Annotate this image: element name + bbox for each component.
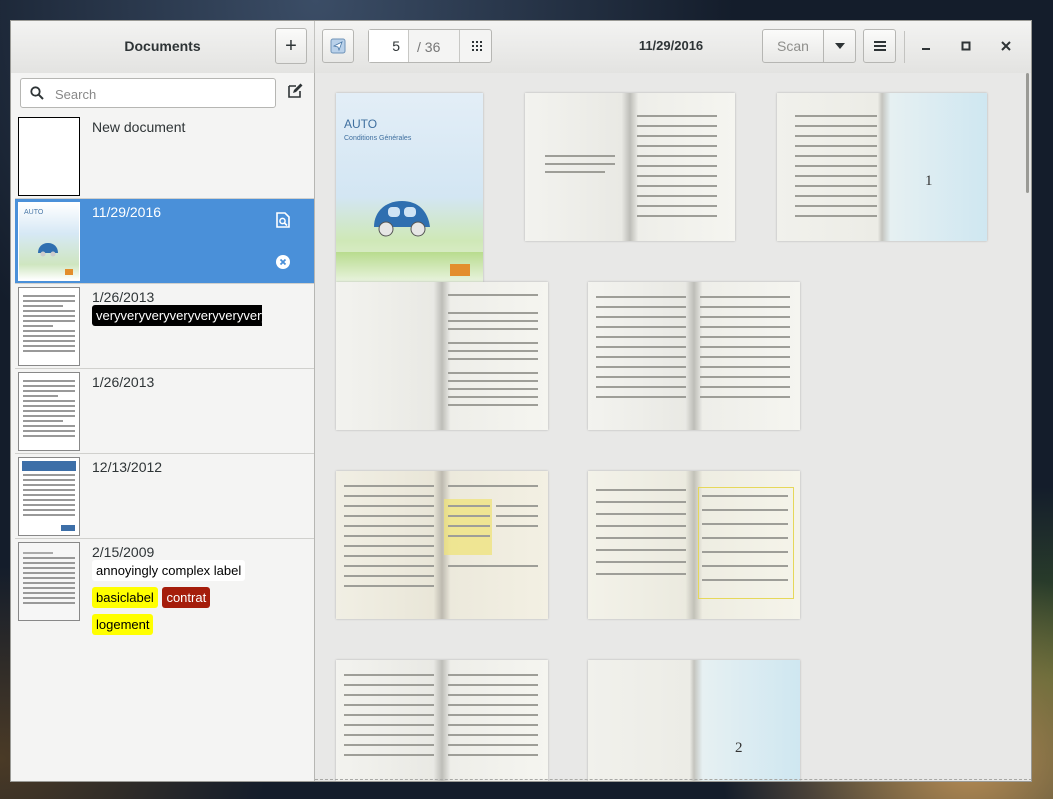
chevron-down-icon: [834, 43, 845, 49]
document-thumbnail: [18, 457, 80, 536]
page-thumbnail[interactable]: 2: [588, 660, 800, 781]
maximize-icon: [961, 41, 971, 51]
document-date: 1/26/2013: [92, 289, 155, 305]
scan-options-button[interactable]: [823, 29, 856, 63]
document-thumbnail: [18, 287, 80, 366]
document-date: 11/29/2016: [92, 204, 162, 220]
document-date: 12/13/2012: [92, 459, 163, 475]
page-thumbnail[interactable]: [336, 471, 548, 619]
document-properties-icon[interactable]: [276, 212, 290, 228]
page-thumbnail[interactable]: [525, 93, 735, 241]
car-illustration-icon: [374, 201, 430, 237]
highlight-box: [444, 499, 492, 555]
grid-icon: [471, 41, 482, 51]
page-grid: AUTO Conditions Générales 1 2: [315, 73, 1031, 781]
document-date-title[interactable]: 11/29/2016: [621, 38, 721, 53]
page-count: / 36: [417, 39, 441, 55]
page-thumbnail[interactable]: [336, 660, 548, 781]
document-row[interactable]: 2/15/2009 annoyingly complex label basic…: [15, 539, 314, 635]
main-menu-button[interactable]: [863, 29, 896, 63]
page-thumbnail[interactable]: 1: [777, 93, 987, 241]
cover-logo: [450, 264, 470, 276]
export-button[interactable]: [322, 29, 354, 63]
car-thumbnail-icon: [38, 243, 58, 257]
document-row[interactable]: New document: [15, 114, 314, 199]
document-row-selected[interactable]: AUTO 11/29/2016: [15, 199, 314, 284]
chapter-number: 1: [925, 173, 933, 189]
close-button[interactable]: [994, 34, 1018, 58]
document-date: New document: [92, 119, 186, 135]
document-label: annoyingly complex label: [92, 560, 246, 581]
document-row[interactable]: 1/26/2013 veryveryveryveryveryveryveryve…: [15, 284, 314, 369]
hamburger-icon: [873, 41, 886, 51]
logo-mark: [65, 269, 73, 275]
document-label: veryveryveryveryveryveryveryveryveryvery: [92, 305, 262, 326]
document-labels: veryveryveryveryveryveryveryveryveryvery: [92, 305, 262, 332]
page-thumbnail[interactable]: AUTO Conditions Générales: [336, 93, 483, 282]
page-thumbnail[interactable]: [336, 282, 548, 430]
document-date: 1/26/2013: [92, 374, 155, 390]
header-bar: Documents + 5 / 36 11/29/2016 Scan: [11, 21, 1031, 74]
page-number-input[interactable]: 5: [369, 30, 409, 62]
document-thumbnail: [18, 372, 80, 451]
close-icon: [1001, 41, 1011, 51]
cover-subtitle: Conditions Générales: [344, 135, 412, 142]
scan-button[interactable]: Scan: [762, 29, 824, 63]
document-thumbnail: AUTO: [18, 202, 80, 281]
document-thumbnail: [18, 117, 80, 196]
document-row[interactable]: 12/13/2012: [15, 454, 314, 539]
highlight-table: [698, 487, 794, 599]
document-date: 2/15/2009: [92, 544, 155, 560]
drop-zone-border: [315, 779, 1031, 780]
cover-title: AUTO: [344, 117, 378, 131]
header-separator: [314, 21, 315, 73]
send-icon: [330, 38, 346, 54]
search-box: [20, 78, 276, 108]
search-icon: [30, 86, 44, 100]
edit-labels-icon[interactable]: [287, 83, 303, 99]
page-layout-button[interactable]: [459, 30, 493, 62]
document-row[interactable]: 1/26/2013: [15, 369, 314, 454]
document-sidebar: New document AUTO 11/29/2016: [11, 73, 315, 781]
page-thumbnail[interactable]: [588, 471, 800, 619]
maximize-button[interactable]: [954, 34, 978, 58]
document-labels: annoyingly complex label basiclabel cont…: [92, 560, 292, 641]
page-thumbnail[interactable]: [588, 282, 800, 430]
paperwork-window: Documents + 5 / 36 11/29/2016 Scan Searc…: [10, 20, 1032, 782]
document-label: basiclabel: [92, 587, 158, 608]
search-input[interactable]: [53, 84, 267, 104]
new-document-button[interactable]: +: [275, 28, 307, 64]
minimize-button[interactable]: [914, 34, 938, 58]
sidebar-title: Documents: [124, 38, 201, 54]
minimize-icon: [922, 48, 930, 50]
page-navigation: 5 / 36: [368, 29, 492, 63]
document-thumbnail: [18, 542, 80, 621]
chapter-number: 2: [735, 740, 743, 756]
document-label: contrat: [162, 587, 211, 608]
document-label: logement: [92, 614, 154, 635]
header-separator-2: [904, 31, 905, 63]
document-list: New document AUTO 11/29/2016 1/26/2013 v…: [15, 114, 314, 635]
page-grid-scrollbar[interactable]: [1026, 73, 1029, 193]
thumbnail-cover-title: AUTO: [24, 209, 44, 216]
delete-document-icon[interactable]: [276, 255, 290, 269]
